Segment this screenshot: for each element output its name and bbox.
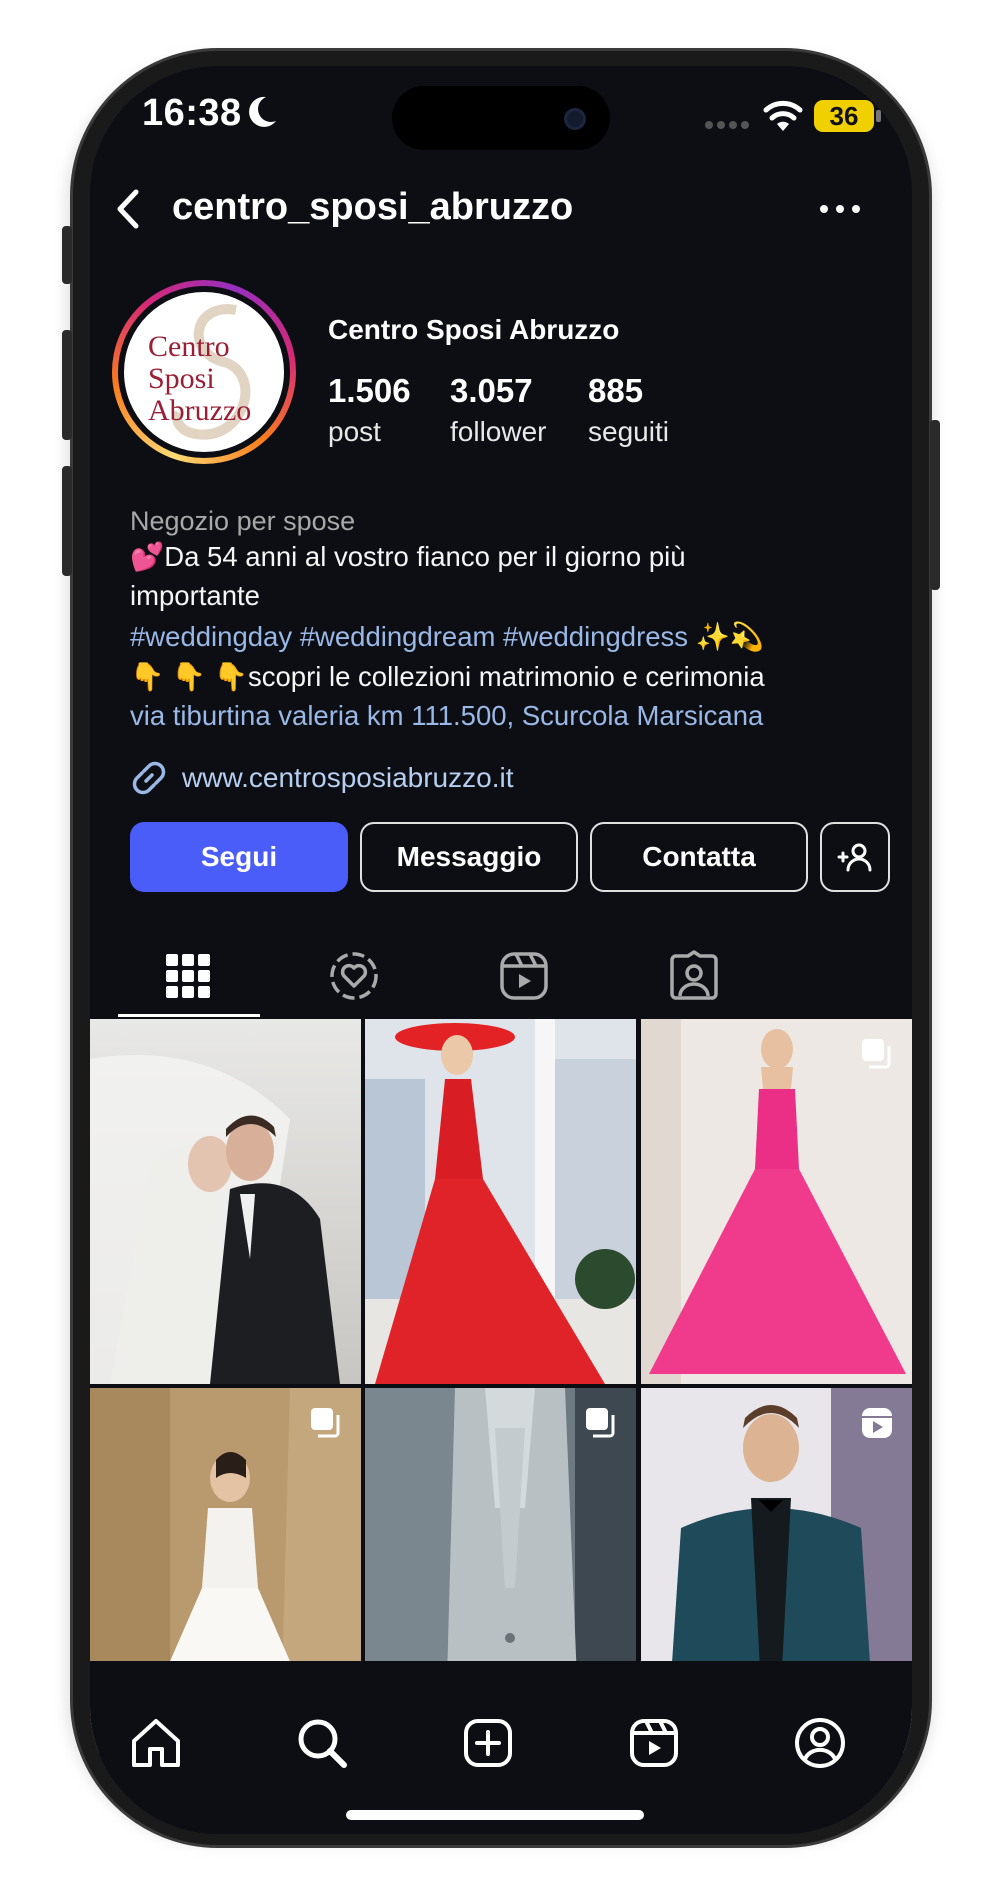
message-button[interactable]: Messaggio <box>360 822 578 892</box>
bio-text: Da 54 anni al vostro fianco per il giorn… <box>164 541 686 572</box>
home-icon[interactable] <box>126 1713 186 1773</box>
tab-selected-indicator <box>118 1014 260 1017</box>
volume-down-button <box>62 466 72 576</box>
bio-text: scopri le collezioni matrimonio e cerimo… <box>248 661 765 692</box>
stat-label: seguiti <box>588 416 669 447</box>
grid-post[interactable] <box>365 1019 636 1384</box>
svg-text:Centro: Centro <box>148 330 230 363</box>
avatar: Centro Sposi Abruzzo <box>124 292 284 452</box>
stat-following[interactable]: 885 seguiti <box>588 372 669 448</box>
battery-tip <box>876 110 881 122</box>
camera-icon <box>564 108 586 130</box>
website-url: www.centrosposiabruzzo.it <box>182 762 514 793</box>
moon-icon <box>249 96 276 127</box>
bio-line: #weddingday #weddingdream #weddingdress … <box>130 620 764 653</box>
chevron-left-icon[interactable] <box>108 184 148 234</box>
bio-line: 💕Da 54 anni al vostro fianco per il gior… <box>130 540 686 573</box>
profile-category: Negozio per spose <box>130 506 356 536</box>
power-button <box>930 420 940 590</box>
more-horizontal-icon[interactable] <box>812 194 868 224</box>
red-dress-photo <box>365 1019 636 1384</box>
stat-label: follower <box>450 416 547 447</box>
reels-icon[interactable] <box>624 1713 684 1773</box>
sparkle-emoji: ✨💫 <box>695 621 765 652</box>
svg-text:Sposi: Sposi <box>148 362 215 395</box>
hearts-emoji: 💕 <box>130 541 165 572</box>
wifi-icon <box>763 100 803 131</box>
grid-post[interactable] <box>90 1019 361 1384</box>
grid-icon[interactable] <box>160 948 216 1004</box>
suggest-accounts-button[interactable] <box>820 822 890 892</box>
search-icon[interactable] <box>292 1713 352 1773</box>
svg-text:Abruzzo: Abruzzo <box>148 394 251 427</box>
status-time: 16:38 <box>142 92 242 134</box>
stat-value: 1.506 <box>328 372 411 409</box>
battery-icon: 36 <box>814 100 874 132</box>
stat-value: 3.057 <box>450 372 533 409</box>
display-name: Centro Sposi Abruzzo <box>328 314 620 345</box>
pointing-down-emoji: 👇 👇 👇 <box>130 661 249 692</box>
volume-up-button <box>62 330 72 440</box>
pink-gown-photo <box>641 1019 912 1384</box>
logo-image: Centro Sposi Abruzzo <box>148 304 251 440</box>
profile-icon[interactable] <box>790 1713 850 1773</box>
bride-and-groom-photo <box>90 1019 361 1384</box>
stat-label: post <box>328 416 381 447</box>
highlights-heart-icon[interactable] <box>326 948 382 1004</box>
reels-icon <box>862 1408 892 1438</box>
dynamic-island <box>392 86 610 150</box>
signal-icon <box>705 121 749 129</box>
follow-button[interactable]: Segui <box>130 822 348 892</box>
tagged-icon[interactable] <box>666 948 722 1004</box>
stat-followers[interactable]: 3.057 follower <box>450 372 546 448</box>
bottom-navigation <box>90 1661 912 1834</box>
add-person-icon <box>837 843 872 872</box>
profile-username: centro_sposi_abruzzo <box>172 186 574 228</box>
reels-icon[interactable] <box>496 948 552 1004</box>
website-link[interactable]: www.centrosposiabruzzo.it <box>130 758 513 798</box>
story-ring[interactable]: Centro Sposi Abruzzo <box>112 280 296 464</box>
carousel-icon <box>862 1039 891 1069</box>
stat-value: 885 <box>588 372 644 409</box>
phone-screen: 16:38 36 centro_sposi_abruzzo Centro Spo… <box>90 66 912 1834</box>
carousel-icon <box>586 1408 615 1438</box>
create-icon[interactable] <box>458 1713 518 1773</box>
stat-posts[interactable]: 1.506 post <box>328 372 411 448</box>
bio-line: 👇 👇 👇scopri le collezioni matrimonio e c… <box>130 660 765 693</box>
address-link[interactable]: via tiburtina valeria km 111.500, Scurco… <box>130 700 763 732</box>
hashtag-links[interactable]: #weddingday #weddingdream #weddingdress <box>130 621 688 652</box>
bio-line: importante <box>130 580 260 611</box>
carousel-icon <box>311 1408 340 1438</box>
grid-post[interactable] <box>641 1019 912 1384</box>
contact-button[interactable]: Contatta <box>590 822 808 892</box>
home-indicator[interactable] <box>346 1810 644 1820</box>
action-button <box>62 226 72 284</box>
link-icon <box>132 761 166 795</box>
